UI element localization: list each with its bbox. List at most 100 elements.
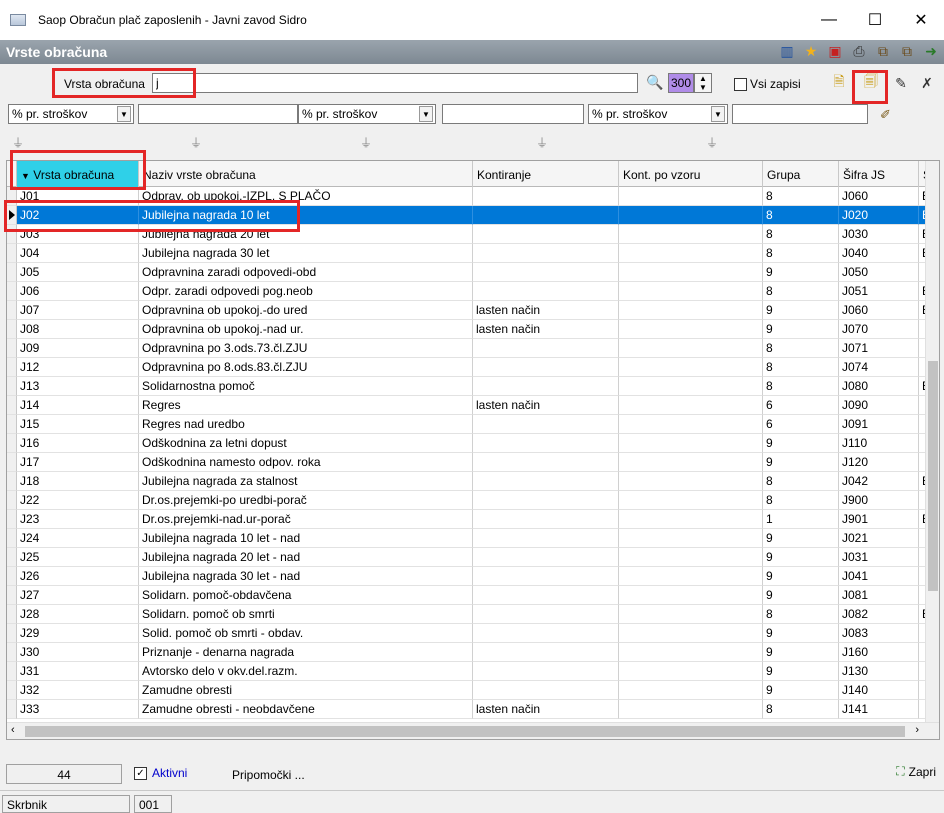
cell-naziv[interactable]: Regres xyxy=(139,396,473,415)
delete-record-icon[interactable]: ✗ xyxy=(918,74,936,92)
cell-sifra-js[interactable]: J060 xyxy=(839,187,919,206)
cell-grupa[interactable]: 9 xyxy=(763,548,839,567)
paste-icon[interactable]: ⧉ xyxy=(898,42,916,60)
cell-sifra-js[interactable]: J141 xyxy=(839,700,919,719)
filter-funnel-icon[interactable]: ⏚ xyxy=(12,134,24,151)
table-row[interactable]: J32 Zamudne obresti 9 J140 xyxy=(7,681,939,700)
table-row[interactable]: J22 Dr.os.prejemki-po uredbi-porač 8 J900 xyxy=(7,491,939,510)
cell-kontiranje[interactable] xyxy=(473,681,619,700)
cell-kont-po-vzoru[interactable] xyxy=(619,586,763,605)
cell-kontiranje[interactable] xyxy=(473,662,619,681)
cell-kontiranje[interactable] xyxy=(473,586,619,605)
cell-grupa[interactable]: 1 xyxy=(763,510,839,529)
row-indicator[interactable] xyxy=(7,244,17,263)
cell-kontiranje[interactable] xyxy=(473,567,619,586)
cell-kontiranje[interactable] xyxy=(473,605,619,624)
table-row[interactable]: J24 Jubilejna nagrada 10 let - nad 9 J021 xyxy=(7,529,939,548)
cell-grupa[interactable]: 6 xyxy=(763,396,839,415)
cell-sifra-js[interactable]: J030 xyxy=(839,225,919,244)
table-row[interactable]: J04Jubilejna nagrada 30 let8J040B xyxy=(7,244,939,263)
cell-vrsta[interactable]: J22 xyxy=(17,491,139,510)
cell-vrsta[interactable]: J23 xyxy=(17,510,139,529)
vsi-zapisi-checkbox[interactable] xyxy=(734,78,747,91)
cell-naziv[interactable]: Jubilejna nagrada za stalnost xyxy=(139,472,473,491)
cell-vrsta[interactable]: J30 xyxy=(17,643,139,662)
pdf-icon[interactable]: ▣ xyxy=(826,42,844,60)
cell-kont-po-vzoru[interactable] xyxy=(619,491,763,510)
row-indicator[interactable] xyxy=(7,491,17,510)
print-icon[interactable]: ⎙ xyxy=(850,42,868,60)
cell-vrsta[interactable]: J09 xyxy=(17,339,139,358)
row-indicator[interactable] xyxy=(7,339,17,358)
pripomocki-button[interactable]: Pripomočki ... xyxy=(232,768,305,782)
cell-naziv[interactable]: Odpr. zaradi odpovedi pog.neob xyxy=(139,282,473,301)
table-row[interactable]: J18Jubilejna nagrada za stalnost8J042B xyxy=(7,472,939,491)
search-input[interactable] xyxy=(152,73,638,93)
cell-vrsta[interactable]: J29 xyxy=(17,624,139,643)
table-row[interactable]: J02Jubilejna nagrada 10 let8J020B xyxy=(7,206,939,225)
cell-kont-po-vzoru[interactable] xyxy=(619,453,763,472)
cell-naziv[interactable]: Solid. pomoč ob smrti - obdav. xyxy=(139,624,473,643)
cell-kont-po-vzoru[interactable] xyxy=(619,548,763,567)
cell-kontiranje[interactable] xyxy=(473,453,619,472)
table-row[interactable]: J13Solidarnostna pomoč8J080B xyxy=(7,377,939,396)
cell-grupa[interactable]: 8 xyxy=(763,187,839,206)
close-button[interactable]: ✕ xyxy=(898,0,944,40)
cell-naziv[interactable]: Jubilejna nagrada 30 let xyxy=(139,244,473,263)
table-row[interactable]: J06Odpr. zaradi odpovedi pog.neob8J051B xyxy=(7,282,939,301)
cell-vrsta[interactable]: J14 xyxy=(17,396,139,415)
zapri-button[interactable]: ⛶ Zapri xyxy=(896,764,936,779)
table-row[interactable]: J05 Odpravnina zaradi odpovedi-obd 9 J050 xyxy=(7,263,939,282)
table-row[interactable]: J28Solidarn. pomoč ob smrti8J082B xyxy=(7,605,939,624)
cell-kont-po-vzoru[interactable] xyxy=(619,662,763,681)
cell-kont-po-vzoru[interactable] xyxy=(619,396,763,415)
cell-grupa[interactable]: 9 xyxy=(763,529,839,548)
cell-naziv[interactable]: Zamudne obresti xyxy=(139,681,473,700)
edit-record-icon[interactable]: ✎ xyxy=(892,74,910,92)
cell-naziv[interactable]: Odpravnina po 3.ods.73.čl.ZJU xyxy=(139,339,473,358)
filter-input-2[interactable] xyxy=(442,104,584,124)
horizontal-scroll-thumb[interactable] xyxy=(25,726,905,737)
cell-kont-po-vzoru[interactable] xyxy=(619,225,763,244)
cell-sifra-js[interactable]: J901 xyxy=(839,510,919,529)
cell-vrsta[interactable]: J01 xyxy=(17,187,139,206)
table-row[interactable]: J12 Odpravnina po 8.ods.83.čl.ZJU 8 J074 xyxy=(7,358,939,377)
cell-vrsta[interactable]: J08 xyxy=(17,320,139,339)
cell-sifra-js[interactable]: J070 xyxy=(839,320,919,339)
cell-kont-po-vzoru[interactable] xyxy=(619,263,763,282)
table-row[interactable]: J33 Zamudne obresti - neobdavčene lasten n… xyxy=(7,700,939,719)
cell-sifra-js[interactable]: J090 xyxy=(839,396,919,415)
cell-sifra-js[interactable]: J120 xyxy=(839,453,919,472)
table-row[interactable]: J15 Regres nad uredbo 6 J091 xyxy=(7,415,939,434)
new-record-icon[interactable]: 🗎 xyxy=(830,73,848,92)
cell-kont-po-vzoru[interactable] xyxy=(619,472,763,491)
cell-grupa[interactable]: 8 xyxy=(763,339,839,358)
cell-grupa[interactable]: 9 xyxy=(763,320,839,339)
cell-grupa[interactable]: 8 xyxy=(763,225,839,244)
row-indicator[interactable] xyxy=(7,187,17,206)
cell-vrsta[interactable]: J24 xyxy=(17,529,139,548)
row-indicator[interactable] xyxy=(7,206,17,225)
table-row[interactable]: J30 Priznanje - denarna nagrada 9 J160 xyxy=(7,643,939,662)
column-header-grupa[interactable]: Grupa xyxy=(763,161,839,187)
row-indicator[interactable] xyxy=(7,377,17,396)
filter-funnel-icon[interactable]: ⏚ xyxy=(706,134,718,151)
row-indicator[interactable] xyxy=(7,434,17,453)
cell-grupa[interactable]: 9 xyxy=(763,624,839,643)
cell-kontiranje[interactable]: lasten način xyxy=(473,396,619,415)
cell-vrsta[interactable]: J15 xyxy=(17,415,139,434)
cell-kont-po-vzoru[interactable] xyxy=(619,700,763,719)
row-indicator[interactable] xyxy=(7,225,17,244)
cell-kont-po-vzoru[interactable] xyxy=(619,377,763,396)
row-indicator[interactable] xyxy=(7,510,17,529)
cell-sifra-js[interactable]: J130 xyxy=(839,662,919,681)
cell-vrsta[interactable]: J32 xyxy=(17,681,139,700)
cell-sifra-js[interactable]: J082 xyxy=(839,605,919,624)
cell-kontiranje[interactable] xyxy=(473,472,619,491)
table-row[interactable]: J08 Odpravnina ob upokoj.-nad ur. lasten n… xyxy=(7,320,939,339)
filter-input-3[interactable] xyxy=(732,104,868,124)
scroll-left-icon[interactable]: ‹ xyxy=(11,724,15,736)
cell-vrsta[interactable]: J05 xyxy=(17,263,139,282)
cell-kontiranje[interactable] xyxy=(473,358,619,377)
cell-naziv[interactable]: Odpravnina po 8.ods.83.čl.ZJU xyxy=(139,358,473,377)
